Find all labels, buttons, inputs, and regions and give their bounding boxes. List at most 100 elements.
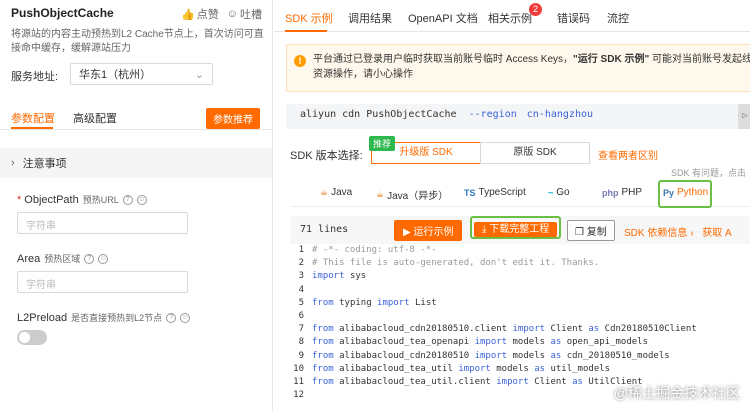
right-panel: SDK 示例 调用结果 OpenAPI 文档 相关示例 2 错误码 流控 ! 平… xyxy=(274,0,750,411)
service-select[interactable]: 华东1（杭州） ⌄ xyxy=(70,63,213,85)
tab-param-config[interactable]: 参数配置 xyxy=(11,110,55,126)
python-icon: Py xyxy=(663,187,675,198)
line-number: 5 xyxy=(298,297,304,308)
tab-sdk-example[interactable]: SDK 示例 xyxy=(285,10,333,26)
go-icon: ~ xyxy=(548,187,554,198)
line-number: 11 xyxy=(293,376,304,387)
sdk-feedback-hint[interactable]: SDK 有问题，点击 xyxy=(671,166,746,179)
line-number: 4 xyxy=(298,284,304,295)
sdk-original-button[interactable]: 原版 SDK xyxy=(480,142,590,164)
code-line: 10 from alibabacloud_tea_util import mode… xyxy=(290,363,750,376)
code-text: import sys xyxy=(312,271,367,282)
tab-error-codes[interactable]: 错误码 xyxy=(557,10,590,26)
warning-notice: ! 平台通过已登录用户临时获取当前账号临时 Access Keys，"运行 SD… xyxy=(286,44,750,92)
code-line: 3 import sys xyxy=(290,270,750,283)
area-input[interactable]: 字符串 xyxy=(17,271,188,293)
lang-php[interactable]: php PHP xyxy=(602,187,642,198)
smile-icon[interactable]: ☺ xyxy=(180,312,191,323)
line-number: 3 xyxy=(298,271,304,282)
download-project-button[interactable]: ⤓ 下载完整工程 xyxy=(474,222,558,237)
lang-java-async[interactable]: ☕ Java（异步） xyxy=(376,187,448,202)
play-icon[interactable]: ▷ xyxy=(738,104,750,129)
warning-icon: ! xyxy=(294,55,306,67)
help-icon[interactable]: ? xyxy=(166,312,177,323)
param-recommend-button[interactable]: 参数推荐 xyxy=(206,108,260,129)
complain-button[interactable]: ☺ 吐槽 xyxy=(227,6,262,22)
run-example-button[interactable]: ▶ 运行示例 xyxy=(394,220,463,241)
notice-line-1: 平台通过已登录用户临时获取当前账号临时 Access Keys，"运行 SDK … xyxy=(313,54,750,65)
like-button[interactable]: 👍 点赞 xyxy=(181,6,219,22)
download-highlight: ⤓ 下载完整工程 xyxy=(470,216,562,239)
smile-icon[interactable]: ☺ xyxy=(98,253,109,264)
tab-advanced-config[interactable]: 高级配置 xyxy=(73,110,117,126)
l2preload-toggle[interactable] xyxy=(17,330,47,345)
tab-call-result[interactable]: 调用结果 xyxy=(348,10,392,26)
tab-related-examples[interactable]: 相关示例 2 xyxy=(488,3,542,26)
code-toolbar: 71 lines ▶ 运行示例 ⤓ 下载完整工程 ❐ 复制 SDK 依赖信息 ›… xyxy=(290,216,750,244)
objectpath-input[interactable]: 字符串 xyxy=(17,212,188,234)
language-tabs: ☕ Java ☕ Java（异步） TS TypeScript ~ Go php PHP … xyxy=(290,180,750,208)
code-line: 6 xyxy=(290,310,750,323)
active-tab-indicator xyxy=(11,127,53,129)
line-number: 9 xyxy=(298,350,304,361)
chevron-down-icon: ⌄ xyxy=(194,68,204,81)
typescript-icon: TS xyxy=(464,187,476,198)
related-count-badge: 2 xyxy=(529,3,542,16)
line-number: 10 xyxy=(293,363,304,374)
code-text: from alibabacloud_tea_util.client import… xyxy=(312,376,643,387)
result-tabs: SDK 示例 调用结果 OpenAPI 文档 相关示例 2 错误码 流控 xyxy=(274,0,750,32)
l2preload-label: L2Preload 是否直接预热到L2节点 ? ☺ xyxy=(17,311,191,324)
tab-openapi-docs[interactable]: OpenAPI 文档 xyxy=(408,10,478,26)
line-number: 8 xyxy=(298,337,304,348)
area-label: Area 预热区域 ? ☺ xyxy=(17,252,109,265)
watermark: @稀土掘金技术社区 xyxy=(613,385,740,401)
php-icon: php xyxy=(602,187,619,198)
notes-section[interactable]: › 注意事项 xyxy=(0,148,272,178)
line-number: 12 xyxy=(293,390,304,401)
copy-button[interactable]: ❐ 复制 xyxy=(567,220,615,241)
code-text: from alibabacloud_tea_util import models… xyxy=(312,363,611,374)
left-panel: PushObjectCache 👍 点赞 ☺ 吐槽 将源站的内容主动预热到L2 Ca… xyxy=(0,0,273,411)
code-line: 4 xyxy=(290,284,750,297)
smile-icon: ☺ xyxy=(226,8,238,20)
api-title: PushObjectCache xyxy=(11,6,114,20)
service-label: 服务地址: xyxy=(11,71,59,83)
line-number: 6 xyxy=(298,310,304,321)
cli-command: aliyun cdn PushObjectCache --region cn-h… xyxy=(286,104,750,129)
objectpath-label: * ObjectPath 预热URL ? ☺ xyxy=(17,193,147,206)
line-number: 7 xyxy=(298,324,304,335)
chevron-right-icon: › xyxy=(11,157,15,169)
help-icon[interactable]: ? xyxy=(122,194,133,205)
help-icon[interactable]: ? xyxy=(84,253,95,264)
java-icon: ☕ xyxy=(320,187,329,197)
code-text: from alibabacloud_cdn20180510 import mod… xyxy=(312,350,670,361)
line-number: 2 xyxy=(298,258,304,269)
code-text: from alibabacloud_tea_openapi import mod… xyxy=(312,337,648,348)
code-text: # This file is auto-generated, don't edi… xyxy=(312,258,600,269)
sdk-version-label: SDK 版本选择: xyxy=(290,150,363,162)
code-text: from typing import List xyxy=(312,297,437,308)
code-line: 8 from alibabacloud_tea_openapi import mo… xyxy=(290,336,750,349)
param-tabs: 参数配置 高级配置 参数推荐 xyxy=(0,98,272,130)
lang-go[interactable]: ~ Go xyxy=(548,187,570,198)
compare-link[interactable]: 查看两者区别 xyxy=(598,147,658,162)
code-text: # -*- coding: utf-8 -*- xyxy=(312,245,437,255)
line-count: 71 lines xyxy=(300,224,349,235)
api-actions: 👍 点赞 ☺ 吐槽 xyxy=(181,6,262,22)
api-description: 将源站的内容主动预热到L2 Cache节点上，首次访问可直接命中缓存，缓解源站压… xyxy=(11,29,264,54)
smile-icon[interactable]: ☺ xyxy=(136,194,147,205)
lang-python[interactable]: Py Python xyxy=(663,187,708,198)
lang-java[interactable]: ☕ Java xyxy=(320,187,352,198)
active-tab-indicator xyxy=(285,30,327,32)
copy-icon: ❐ xyxy=(575,227,587,238)
code-line: 5 from typing import List xyxy=(290,297,750,310)
sdk-deps-link[interactable]: SDK 依赖信息 › 获取 A xyxy=(624,224,732,239)
tab-rate-limit[interactable]: 流控 xyxy=(607,10,629,26)
code-line: 1 # -*- coding: utf-8 -*- xyxy=(290,244,750,257)
code-line: 7 from alibabacloud_cdn20180510.client im… xyxy=(290,323,750,336)
play-icon: ▶ xyxy=(403,227,414,238)
code-line: 2 # This file is auto-generated, don't ed… xyxy=(290,257,750,270)
lang-typescript[interactable]: TS TypeScript xyxy=(464,187,526,198)
thumbs-up-icon: 👍 xyxy=(181,8,195,21)
notice-line-2: 资源操作，请小心操作 xyxy=(313,69,413,80)
